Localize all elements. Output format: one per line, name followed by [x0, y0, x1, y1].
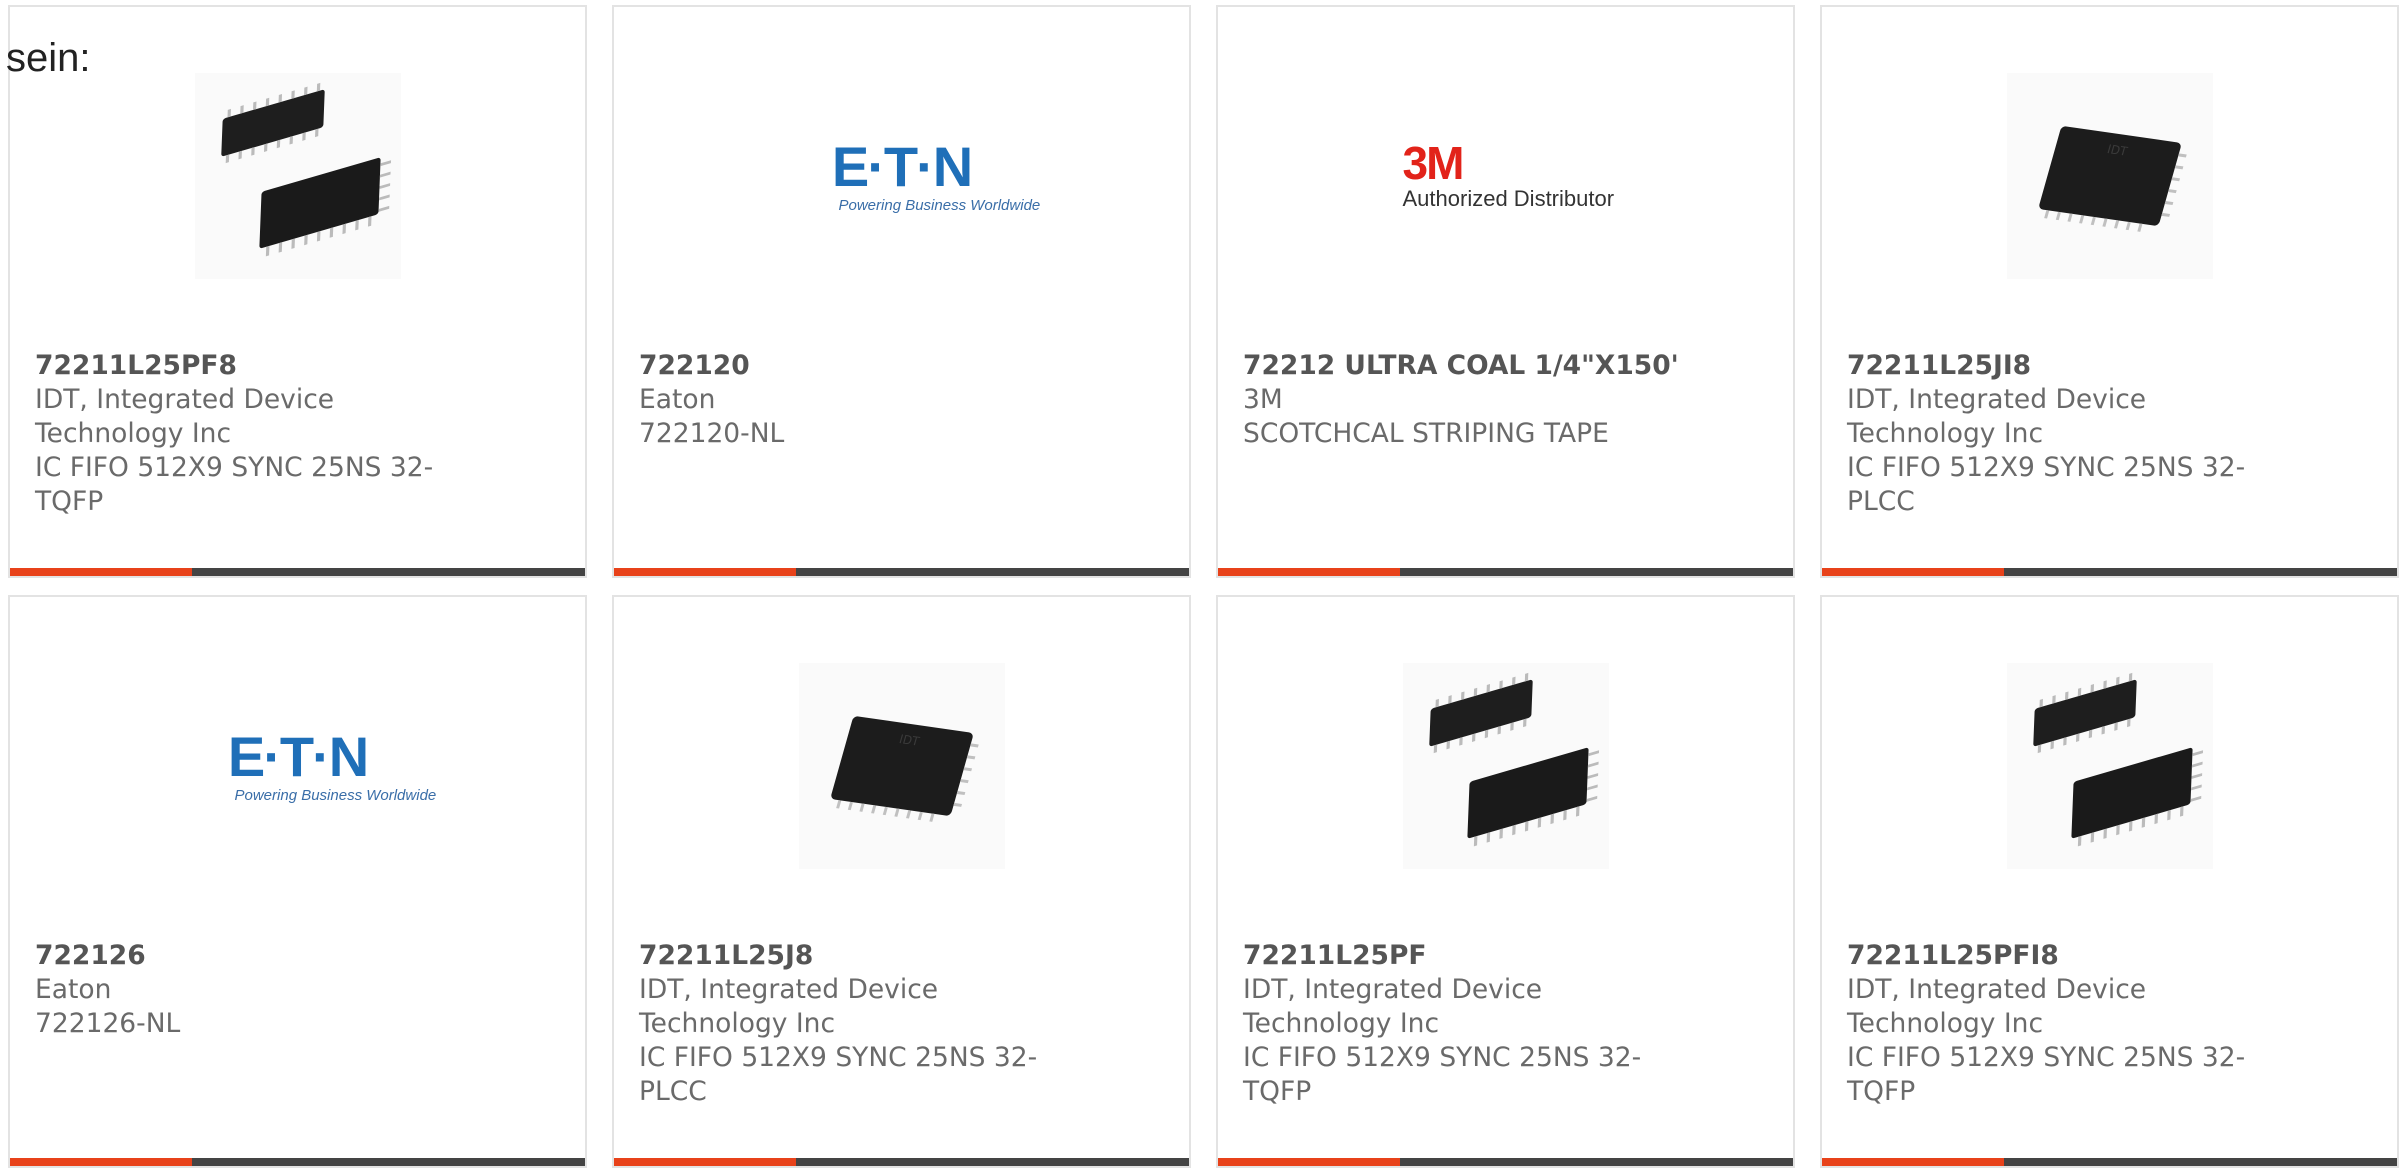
- product-info: 72211L25JI8 IDT, Integrated Device Techn…: [1847, 349, 2267, 519]
- product-card[interactable]: IDT 72211L25J8 IDT, Integrated Device Te…: [612, 595, 1191, 1168]
- manufacturer: IDT, Integrated Device Technology Inc: [1847, 973, 2267, 1041]
- product-card[interactable]: 72211L25PF8 IDT, Integrated Device Techn…: [8, 5, 587, 578]
- tqfp-chip-icon: [2007, 663, 2213, 869]
- card-accent-bar: [1822, 1158, 2004, 1166]
- manufacturer: Eaton: [639, 383, 1059, 417]
- description: 722126-NL: [35, 1007, 455, 1041]
- intro-text: sein:: [6, 36, 91, 81]
- manufacturer: 3M: [1243, 383, 1783, 417]
- description: IC FIFO 512X9 SYNC 25NS 32-TQFP: [35, 451, 455, 519]
- description: SCOTCHCAL STRIPING TAPE: [1243, 417, 1783, 451]
- manufacturer: IDT, Integrated Device Technology Inc: [639, 973, 1059, 1041]
- card-accent-bar: [614, 568, 796, 576]
- card-footer-bar: [1822, 1158, 2397, 1166]
- product-card[interactable]: 72211L25PFI8 IDT, Integrated Device Tech…: [1820, 595, 2399, 1168]
- eaton-logo-icon: E·T·N Powering Business Worldwide: [195, 729, 401, 804]
- description: 722120-NL: [639, 417, 1059, 451]
- manufacturer: IDT, Integrated Device Technology Inc: [1243, 973, 1663, 1041]
- card-accent-bar: [1822, 568, 2004, 576]
- product-image[interactable]: 3M Authorized Distributor: [1403, 73, 1609, 279]
- card-footer-bar: [10, 568, 585, 576]
- logo-tagline: Powering Business Worldwide: [195, 787, 401, 804]
- part-number[interactable]: 72211L25PF: [1243, 939, 1663, 973]
- description: IC FIFO 512X9 SYNC 25NS 32-TQFP: [1847, 1041, 2267, 1109]
- product-info: 72211L25PF IDT, Integrated Device Techno…: [1243, 939, 1663, 1109]
- description: IC FIFO 512X9 SYNC 25NS 32-TQFP: [1243, 1041, 1663, 1109]
- product-image[interactable]: [195, 73, 401, 279]
- card-accent-bar: [10, 568, 192, 576]
- product-grid: 72211L25PF8 IDT, Integrated Device Techn…: [0, 0, 2400, 1161]
- product-card[interactable]: 3M Authorized Distributor 72212 ULTRA CO…: [1216, 5, 1795, 578]
- part-number[interactable]: 72211L25J8: [639, 939, 1059, 973]
- part-number[interactable]: 722126: [35, 939, 455, 973]
- product-card[interactable]: E·T·N Powering Business Worldwide 722126…: [8, 595, 587, 1168]
- product-image[interactable]: E·T·N Powering Business Worldwide: [195, 663, 401, 869]
- product-card[interactable]: 72211L25PF IDT, Integrated Device Techno…: [1216, 595, 1795, 1168]
- 3m-logo-icon: 3M Authorized Distributor: [1403, 140, 1609, 212]
- product-image[interactable]: IDT: [2007, 73, 2213, 279]
- logo-wordmark: 3M: [1403, 140, 1609, 186]
- tqfp-chip-icon: [195, 73, 401, 279]
- description: IC FIFO 512X9 SYNC 25NS 32-PLCC: [1847, 451, 2267, 519]
- card-accent-bar: [1218, 568, 1400, 576]
- logo-tagline: Powering Business Worldwide: [799, 197, 1005, 214]
- tqfp-chip-icon: [1403, 663, 1609, 869]
- card-footer-bar: [614, 1158, 1189, 1166]
- product-image[interactable]: [1403, 663, 1609, 869]
- product-info: 72211L25J8 IDT, Integrated Device Techno…: [639, 939, 1059, 1109]
- product-image[interactable]: IDT: [799, 663, 1005, 869]
- product-card[interactable]: IDT 72211L25JI8 IDT, Integrated Device T…: [1820, 5, 2399, 578]
- product-info: 72212 ULTRA COAL 1/4"X150' 3M SCOTCHCAL …: [1243, 349, 1783, 451]
- product-info: 72211L25PFI8 IDT, Integrated Device Tech…: [1847, 939, 2267, 1109]
- manufacturer: Eaton: [35, 973, 455, 1007]
- card-footer-bar: [614, 568, 1189, 576]
- eaton-logo-icon: E·T·N Powering Business Worldwide: [799, 139, 1005, 214]
- logo-wordmark: E·T·N: [799, 139, 1005, 195]
- part-number[interactable]: 72211L25JI8: [1847, 349, 2267, 383]
- manufacturer: IDT, Integrated Device Technology Inc: [1847, 383, 2267, 451]
- plcc-chip-icon: IDT: [799, 663, 1005, 869]
- card-footer-bar: [1218, 568, 1793, 576]
- logo-tagline: Authorized Distributor: [1403, 186, 1609, 212]
- part-number[interactable]: 72211L25PF8: [35, 349, 455, 383]
- manufacturer: IDT, Integrated Device Technology Inc: [35, 383, 455, 451]
- product-info: 722120 Eaton 722120-NL: [639, 349, 1059, 451]
- product-image[interactable]: [2007, 663, 2213, 869]
- product-info: 722126 Eaton 722126-NL: [35, 939, 455, 1041]
- logo-wordmark: E·T·N: [195, 729, 401, 785]
- part-number[interactable]: 72211L25PFI8: [1847, 939, 2267, 973]
- card-footer-bar: [1218, 1158, 1793, 1166]
- product-info: 72211L25PF8 IDT, Integrated Device Techn…: [35, 349, 455, 519]
- card-footer-bar: [1822, 568, 2397, 576]
- part-number[interactable]: 72212 ULTRA COAL 1/4"X150': [1243, 349, 1783, 383]
- plcc-chip-icon: IDT: [2007, 73, 2213, 279]
- part-number[interactable]: 722120: [639, 349, 1059, 383]
- description: IC FIFO 512X9 SYNC 25NS 32-PLCC: [639, 1041, 1059, 1109]
- card-accent-bar: [1218, 1158, 1400, 1166]
- product-image[interactable]: E·T·N Powering Business Worldwide: [799, 73, 1005, 279]
- product-card[interactable]: E·T·N Powering Business Worldwide 722120…: [612, 5, 1191, 578]
- card-footer-bar: [10, 1158, 585, 1166]
- card-accent-bar: [614, 1158, 796, 1166]
- card-accent-bar: [10, 1158, 192, 1166]
